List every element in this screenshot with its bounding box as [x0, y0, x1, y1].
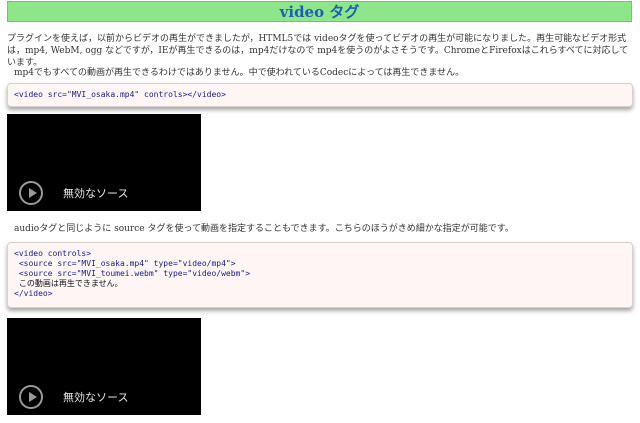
code-line: </video>	[14, 289, 53, 298]
intro-paragraph-1: プラグインを使えば，以前からビデオの再生ができましたが，HTML5では vide…	[7, 34, 629, 68]
code-line: <source src="MVI_osaka.mp4" type="video/…	[14, 259, 236, 268]
code-line: <video controls>	[14, 249, 92, 258]
page-title-bar: video タグ	[7, 1, 632, 22]
video-error-message: 無効なソース	[63, 187, 129, 200]
section2-paragraph: audioタグと同じように source タグを使って動画を指定することもできま…	[14, 224, 514, 234]
code-line: <video src="MVI_osaka.mp4" controls></vi…	[14, 90, 226, 99]
code-block-1: <video src="MVI_osaka.mp4" controls></vi…	[7, 83, 633, 107]
video-player-2[interactable]: 無効なソース	[7, 318, 201, 415]
intro-paragraph-2: mp4でもすべての動画が再生できるわけではありません。中で使われているCodec…	[14, 68, 465, 78]
video-error-message: 無効なソース	[63, 391, 129, 404]
video-player-1[interactable]: 無効なソース	[7, 114, 201, 211]
code-line: <source src="MVI_toumei.webm" type="vide…	[14, 269, 251, 278]
play-icon[interactable]	[19, 181, 43, 205]
code-line: この動画は再生できません。	[14, 279, 123, 288]
play-icon[interactable]	[19, 385, 43, 409]
code-block-2: <video controls> <source src="MVI_osaka.…	[7, 242, 633, 308]
page-title: video タグ	[279, 3, 360, 21]
